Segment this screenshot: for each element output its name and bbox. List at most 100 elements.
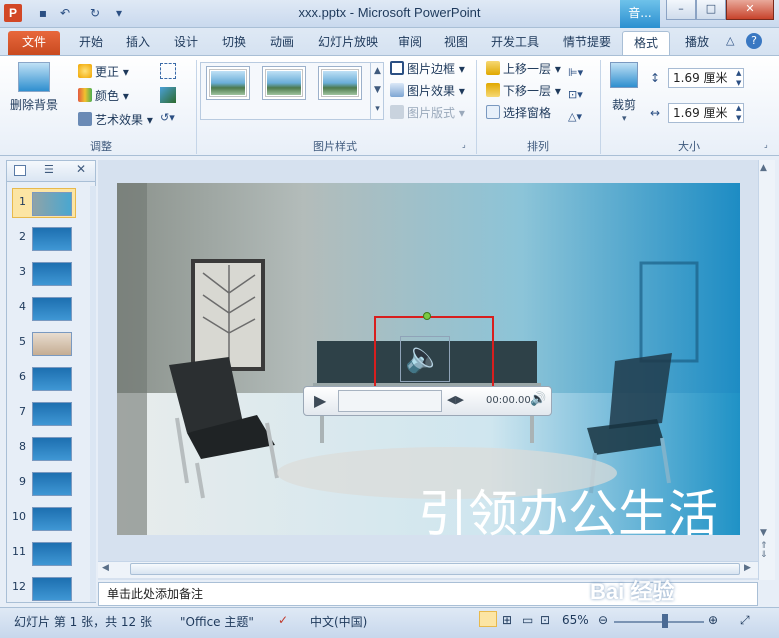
scroll-down-icon[interactable]: ▼ [760,528,767,538]
width-field[interactable]: 1.69 厘米 [668,103,744,123]
slide-title-text[interactable]: 引领办公生活 [418,474,718,546]
zoom-slider-track[interactable] [614,621,704,623]
dialog-launcher-icon[interactable]: ⌟ [462,140,466,149]
crop-dropdown-icon[interactable]: ▾ [622,114,627,124]
slide-thumbnail-11[interactable] [32,542,72,566]
context-tab-audio-tools[interactable]: 音... [620,0,660,28]
slide-thumbnail-9[interactable] [32,472,72,496]
gallery-scroll-arrows[interactable]: ▲ ▼ ▾ [370,62,384,120]
tab-slideshow[interactable]: 幻灯片放映 [310,31,386,55]
minimize-button[interactable]: – [666,0,696,20]
picture-effects-button[interactable]: 图片效果 ▾ [390,82,465,100]
scroll-right-icon[interactable]: ▶ [744,563,751,573]
close-button[interactable]: ✕ [726,0,774,20]
height-spinner[interactable]: ▲ ▼ [736,68,741,88]
outline-tab-icon[interactable]: ☰ [44,163,54,176]
tab-transitions[interactable]: 切换 [214,31,254,55]
bring-forward-button[interactable]: 上移一层 ▾ [486,60,561,78]
slide-thumbnail-7[interactable] [32,402,72,426]
zoom-out-icon[interactable]: ⊖ [598,613,608,627]
slide-thumbnail-8[interactable] [32,437,72,461]
slide-thumbnail-12[interactable] [32,577,72,601]
remove-background-icon [18,62,50,92]
picture-layout-icon [390,105,404,119]
tab-home[interactable]: 开始 [72,31,110,55]
slide-thumbnail-4[interactable] [32,297,72,321]
arrange-group-label: 排列 [527,140,549,153]
picture-style-1[interactable] [206,66,250,100]
collapse-ribbon-icon[interactable]: △ [726,34,734,47]
theme-status[interactable]: "Office 主题" [180,613,254,630]
fit-to-window-icon[interactable]: ⤢ [740,613,750,628]
selection-pane-button[interactable]: 选择窗格 [486,104,551,122]
artistic-effects-button[interactable]: 艺术效果 ▾ [78,111,153,129]
baidu-watermark: Bai 经验 [590,579,675,604]
slideshow-view-icon[interactable]: ⊡ [540,613,550,627]
vertical-scrollbar[interactable] [758,160,775,580]
reset-picture-icon[interactable]: ↺▾ [160,111,182,127]
crop-button[interactable]: 裁剪 [612,96,636,114]
slide-thumbnail-3[interactable] [32,262,72,286]
spellcheck-icon[interactable]: ✓ [278,613,288,627]
picture-styles-group-label: 图片样式 [313,140,357,153]
send-backward-button[interactable]: 下移一层 ▾ [486,82,561,100]
picture-layout-button[interactable]: 图片版式 ▾ [390,104,465,122]
width-spinner[interactable]: ▲ ▼ [736,103,741,123]
slide-number-12: 12 [12,580,26,593]
group-separator [196,60,197,154]
next-slide-icon[interactable]: ⇓ [760,550,768,560]
slide-thumbnail-6[interactable] [32,367,72,391]
document-title: xxx.pptx - Microsoft PowerPoint [298,5,481,20]
slide-number-7: 7 [19,405,26,418]
slide-thumbnail-1[interactable] [32,192,72,216]
height-icon: ↕ [650,71,661,85]
slide-thumbnail-5[interactable] [32,332,72,356]
seek-back-forward-icons[interactable]: ◀▶ [447,393,464,406]
language-status[interactable]: 中文(中国) [310,613,367,630]
slide-sorter-icon[interactable]: ⊞ [502,613,512,627]
tab-design[interactable]: 设计 [166,31,206,55]
normal-view-icon[interactable] [479,611,497,627]
picture-border-button[interactable]: 图片边框 ▾ [390,60,465,78]
tab-review[interactable]: 审阅 [392,31,428,55]
reading-view-icon[interactable]: ▭ [522,613,533,627]
slides-pane-scrollbar[interactable] [90,186,96,602]
align-rotate-icons[interactable]: ⊫▾ ⊡▾ △▾ [568,62,583,128]
tab-insert[interactable]: 插入 [118,31,158,55]
speaker-icon[interactable]: 🔈 [405,340,442,376]
tab-animations[interactable]: 动画 [262,31,302,55]
maximize-button[interactable]: □ [696,0,726,20]
media-progress-bar[interactable] [338,390,442,412]
height-field[interactable]: 1.69 厘米 [668,68,744,88]
rotate-handle[interactable] [423,312,431,320]
volume-icon[interactable]: 🔊 [530,392,546,407]
help-icon[interactable]: ? [746,33,762,49]
zoom-slider-thumb[interactable] [662,614,668,628]
tab-developer[interactable]: 开发工具 [484,31,546,55]
slide-number-3: 3 [19,265,26,278]
corrections-button[interactable]: 更正 ▾ [78,63,129,81]
tab-view[interactable]: 视图 [438,31,474,55]
color-button[interactable]: 颜色 ▾ [78,87,129,105]
scroll-left-icon[interactable]: ◀ [102,563,109,573]
artistic-effects-label: 艺术效果 [95,113,144,127]
tab-format[interactable]: 格式 [622,31,670,55]
slide-thumbnail-2[interactable] [32,227,72,251]
zoom-in-icon[interactable]: ⊕ [708,613,718,627]
picture-style-3[interactable] [318,66,362,100]
remove-background-button[interactable]: 删除背景 [10,96,58,114]
tab-file[interactable]: 文件 [8,31,60,55]
tab-playback[interactable]: 播放 [676,31,718,55]
play-button[interactable]: ▶ [314,391,326,410]
slides-tab-icon[interactable] [14,165,26,176]
size-dialog-launcher-icon[interactable]: ⌟ [764,140,768,149]
color-swatch-icon [78,88,92,102]
scroll-up-icon[interactable]: ▲ [760,163,767,173]
zoom-level[interactable]: 65% [562,613,589,627]
slide-thumbnail-10[interactable] [32,507,72,531]
tab-storyboarding[interactable]: 情节提要 [556,31,618,55]
change-picture-icon[interactable] [160,87,176,103]
compress-pictures-icon[interactable] [160,63,176,79]
picture-style-2[interactable] [262,66,306,100]
close-pane-icon[interactable]: ✕ [76,162,86,176]
